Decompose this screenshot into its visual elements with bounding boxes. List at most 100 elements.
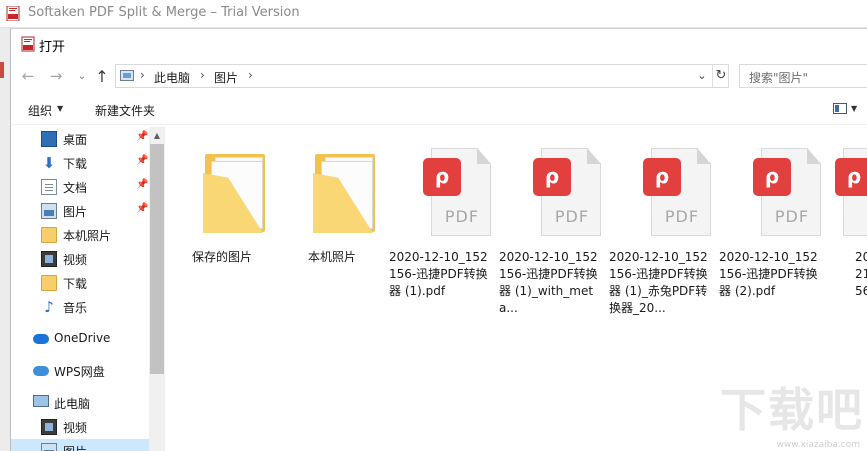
watermark-logo: 下载吧 xyxy=(720,383,864,437)
address-history-chevron-icon[interactable]: ⌄ xyxy=(694,67,710,85)
recent-locations-button[interactable]: ⌄ xyxy=(71,63,93,89)
forward-button[interactable]: → xyxy=(45,63,67,89)
back-button[interactable]: ← xyxy=(17,63,39,89)
sidebar-item-label: OneDrive xyxy=(54,331,111,345)
scroll-thumb[interactable] xyxy=(150,144,164,374)
sidebar-item-label: WPS网盘 xyxy=(54,365,105,379)
sidebar-item-label: 此电脑 xyxy=(54,397,91,411)
parent-window-edge xyxy=(0,28,10,451)
pdf-label-icon: PDF xyxy=(664,207,700,226)
pdf-logo-icon: ρ xyxy=(544,164,560,188)
sidebar-item-pc-pictures[interactable]: 图片 xyxy=(11,439,149,451)
chevron-down-icon: ⌄ xyxy=(77,70,87,82)
search-input[interactable]: 搜索"图片" xyxy=(739,64,867,88)
breadcrumb-pictures[interactable]: 图片 xyxy=(214,69,238,86)
view-options-icon[interactable] xyxy=(833,103,847,114)
onedrive-icon xyxy=(33,334,49,344)
refresh-icon[interactable]: ↻ xyxy=(712,65,729,87)
folder-icon xyxy=(41,275,57,291)
wps-cloud-icon xyxy=(33,366,49,376)
sidebar-item-this-pc[interactable]: 此电脑 xyxy=(11,391,149,415)
file-name: 2020-12-10_152156-迅捷PDF转换器 (1).pdf xyxy=(389,250,488,298)
sidebar-item-label: 下载 xyxy=(63,157,88,171)
document-icon xyxy=(41,179,57,195)
file-name: 保存的图片 xyxy=(191,250,252,264)
organize-chevron-down-icon[interactable]: ▼ xyxy=(57,104,63,113)
pdf-file-item[interactable]: ρ PDF 2020-12-10_152156-迅捷PDF转换器 (2).pdf xyxy=(717,137,827,298)
pin-icon: 📌 xyxy=(136,155,149,166)
file-name: 2020-12-10_152156-迅捷PDF转换器 (1)_赤兔PDF转换器_… xyxy=(609,250,708,315)
file-name: 2020-12-10_152156-迅捷PDF转换器 (2).pdf xyxy=(719,250,818,298)
sidebar-item-label: 图片 xyxy=(63,205,88,219)
sidebar-item-local-photos[interactable]: 本机照片 xyxy=(11,223,149,247)
breadcrumb-separator-icon[interactable]: › xyxy=(248,68,253,82)
pictures-icon xyxy=(41,443,57,451)
sidebar-item-documents[interactable]: 文档 📌 xyxy=(11,175,149,199)
parent-titlebar: Softaken PDF Split & Merge – Trial Versi… xyxy=(0,0,867,28)
breadcrumb-this-pc[interactable]: 此电脑 xyxy=(154,69,190,86)
sidebar-item-label: 下载 xyxy=(63,277,88,291)
sidebar-item-music[interactable]: ♪ 音乐 xyxy=(11,295,149,319)
view-chevron-down-icon[interactable]: ▼ xyxy=(851,104,857,113)
pdf-label-icon: PDF xyxy=(444,207,480,226)
sidebar-item-videos[interactable]: 视频 xyxy=(11,247,149,271)
file-list-view: 保存的图片 本机照片 ρ PDF 2020-12-10_152156-迅捷PDF… xyxy=(165,127,867,451)
dialog-title: 打开 xyxy=(39,40,66,55)
navigation-bar: ← → ⌄ ↑ › 此电脑 › 图片 › ⌄ ↻ 搜索"图片" xyxy=(11,61,867,91)
pin-icon: 📌 xyxy=(136,179,149,190)
pdf-label-icon: PDF xyxy=(554,207,590,226)
new-folder-button[interactable]: 新建文件夹 xyxy=(95,102,155,119)
pdf-file-item[interactable]: ρ PDF 2020-12-10_152156-迅捷PDF转换器 (1)_赤兔P… xyxy=(607,137,717,315)
sidebar-item-label: 视频 xyxy=(63,421,88,435)
pdf-logo-icon: ρ xyxy=(654,164,670,188)
pdf-file-item[interactable]: ρ PDF 2020-12-10_152156-迅捷PDF转换器 (1)_wit… xyxy=(497,137,607,315)
pdf-app-badge-icon: ρ xyxy=(533,158,571,196)
open-file-dialog: 打开 ← → ⌄ ↑ › 此电脑 › 图片 › ⌄ ↻ 搜索"图片" 组织 ▼ … xyxy=(10,28,867,451)
pdf-app-badge-icon: ρ xyxy=(643,158,681,196)
sidebar-item-label: 文档 xyxy=(63,181,88,195)
address-bar[interactable]: › 此电脑 › 图片 › ⌄ ↻ xyxy=(115,64,729,88)
organize-button[interactable]: 组织 xyxy=(28,102,52,119)
pictures-icon xyxy=(41,203,57,219)
pdf-label-icon: PDF xyxy=(774,207,810,226)
sidebar-item-label: 本机照片 xyxy=(63,229,112,243)
pdf-file-item[interactable]: ρ 202156-换器 xyxy=(827,137,867,297)
sidebar-item-download-folder[interactable]: 下载 xyxy=(11,271,149,295)
parent-window-accent xyxy=(0,62,4,78)
folder-item[interactable]: 保存的图片 xyxy=(167,137,277,297)
breadcrumb-separator-icon[interactable]: › xyxy=(200,68,205,82)
video-icon xyxy=(41,419,57,435)
sidebar-item-desktop[interactable]: 桌面 📌 xyxy=(11,127,149,151)
sidebar-item-pc-videos[interactable]: 视频 xyxy=(11,415,149,439)
sidebar-item-downloads[interactable]: ⬇ 下载 📌 xyxy=(11,151,149,175)
sidebar-scrollbar[interactable]: ▲ xyxy=(149,127,165,451)
file-name: 202156-换器 xyxy=(855,250,867,297)
pdf-file-item[interactable]: ρ PDF 2020-12-10_152156-迅捷PDF转换器 (1).pdf xyxy=(387,137,497,298)
dialog-titlebar: 打开 xyxy=(11,29,867,59)
sidebar-item-onedrive[interactable]: OneDrive xyxy=(11,327,149,351)
file-name: 2020-12-10_152156-迅捷PDF转换器 (1)_with_meta… xyxy=(499,250,598,315)
pdf-app-badge-icon: ρ xyxy=(753,158,791,196)
search-placeholder: 搜索"图片" xyxy=(749,71,809,85)
folder-item[interactable]: 本机照片 xyxy=(277,137,387,297)
breadcrumb-separator-icon[interactable]: › xyxy=(140,68,145,82)
sidebar-item-label: 音乐 xyxy=(63,301,88,315)
pin-icon: 📌 xyxy=(136,203,149,214)
scroll-up-arrow-icon[interactable]: ▲ xyxy=(149,127,165,144)
download-icon: ⬇ xyxy=(42,154,56,172)
video-icon xyxy=(41,251,57,267)
sidebar-item-label: 视频 xyxy=(63,253,88,267)
navigation-pane: 桌面 📌 ⬇ 下载 📌 文档 📌 图片 📌 本机照片 视频 下载 ♪ 音乐 On… xyxy=(11,127,165,451)
music-icon: ♪ xyxy=(44,298,54,316)
pdf-logo-icon: ρ xyxy=(846,164,862,188)
pdf-app-badge-icon: ρ xyxy=(835,158,867,196)
app-logo-icon xyxy=(21,36,35,52)
watermark-url: www.xiazaiba.com xyxy=(776,440,860,450)
pin-icon: 📌 xyxy=(136,131,149,142)
up-button[interactable]: ↑ xyxy=(91,63,113,89)
pdf-logo-icon: ρ xyxy=(434,164,450,188)
sidebar-item-pictures[interactable]: 图片 📌 xyxy=(11,199,149,223)
arrow-right-icon: → xyxy=(49,67,63,85)
sidebar-item-wps-cloud[interactable]: WPS网盘 xyxy=(11,359,149,383)
computer-icon xyxy=(33,395,49,407)
